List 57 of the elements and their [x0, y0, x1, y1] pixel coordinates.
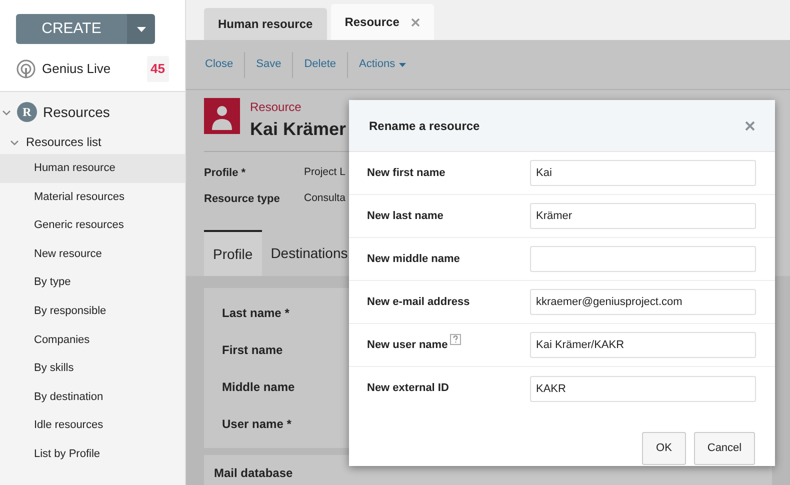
record-type-label: Resource: [250, 99, 302, 116]
section-label[interactable]: Resources: [43, 102, 110, 122]
field-label: New last name: [367, 208, 444, 224]
caret-icon: [399, 62, 406, 66]
field-label: Middle name: [222, 378, 295, 396]
caret-icon: [136, 26, 146, 32]
text-input[interactable]: Kai Krämer/KAKR: [530, 332, 756, 358]
text-input[interactable]: [530, 246, 756, 272]
create-menu-button[interactable]: [127, 14, 155, 44]
nav-item[interactable]: By type: [0, 268, 185, 297]
field-label: Resource type: [204, 192, 280, 205]
field-label: New first name: [367, 166, 446, 181]
person-avatar-icon: [204, 98, 240, 134]
section-title: Mail database: [214, 466, 293, 480]
nav-item[interactable]: Idle resources: [0, 411, 185, 440]
tab[interactable]: Human resource: [204, 8, 327, 40]
nav-item[interactable]: Human resource: [0, 154, 185, 183]
text-input[interactable]: KAKR: [530, 376, 756, 402]
field-label: First name: [222, 342, 283, 358]
chevron-down-icon[interactable]: [2, 108, 11, 116]
nav-item[interactable]: Companies: [0, 326, 185, 354]
broadcast-icon: [16, 58, 36, 79]
field-label: User name *: [222, 416, 292, 432]
nav-item[interactable]: Material resources: [0, 182, 185, 212]
field-label: Last name *: [222, 304, 290, 322]
notification-count: 45: [146, 56, 169, 82]
nav-item[interactable]: Generic resources: [0, 211, 185, 240]
text-input[interactable]: Kai: [530, 160, 756, 186]
nav-item[interactable]: By destination: [0, 382, 185, 412]
field-label: New e-mail address: [367, 294, 470, 310]
field-value: Project L: [304, 165, 346, 180]
nav-item[interactable]: New resource: [0, 240, 185, 268]
chevron-down-icon[interactable]: [10, 138, 19, 146]
close-icon[interactable]: [411, 18, 420, 26]
text-input[interactable]: kkraemer@geniusproject.com: [530, 289, 756, 315]
nav-group-label[interactable]: Resources list: [26, 133, 102, 151]
create-button[interactable]: CREATE: [16, 14, 127, 44]
text-input[interactable]: Krämer: [530, 203, 756, 229]
close-icon[interactable]: [745, 120, 755, 130]
nav-item[interactable]: By responsible: [0, 296, 185, 326]
help-icon[interactable]: [450, 334, 461, 345]
field-label: New user name: [367, 338, 448, 353]
tab[interactable]: Destinations: [262, 230, 357, 276]
tab[interactable]: Profile: [204, 230, 262, 276]
nav-item[interactable]: By skills: [0, 354, 185, 383]
record-title: Kai Krämer: [250, 119, 346, 139]
field-label: New external ID: [367, 381, 449, 396]
tab[interactable]: Resource: [330, 4, 434, 40]
field-value: Consulta: [304, 191, 346, 206]
field-label: Profile *: [204, 166, 246, 179]
section-badge: R: [17, 102, 37, 122]
ok-button[interactable]: OK: [642, 432, 686, 465]
field-label: New middle name: [367, 252, 460, 267]
dialog-title: Rename a resource: [369, 118, 481, 134]
cancel-button[interactable]: Cancel: [694, 432, 755, 465]
live-label[interactable]: Genius Live: [42, 59, 141, 78]
nav-item[interactable]: List by Profile: [0, 440, 185, 469]
